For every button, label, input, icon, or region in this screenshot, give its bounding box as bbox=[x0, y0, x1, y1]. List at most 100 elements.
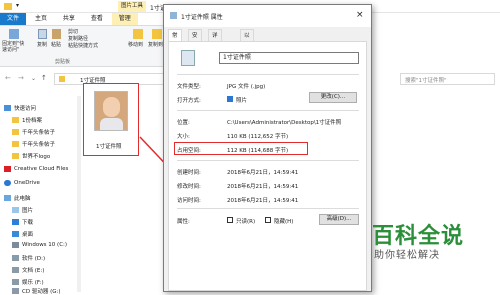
ribbon: 固定到"快 速访问" 复制 粘贴 剪切 复制路径 粘贴快捷方式 移动到 复制到 … bbox=[0, 25, 165, 67]
nav-drive-d[interactable]: 软件 (D:) bbox=[12, 254, 45, 262]
modified-value: 2018年6月21日，14:59:41 bbox=[227, 184, 299, 190]
nav-drive-g[interactable]: CD 驱动器 (G:) bbox=[12, 287, 60, 295]
location-label: 位置: bbox=[177, 120, 190, 126]
image-file-icon bbox=[170, 12, 177, 19]
paste-icon bbox=[52, 29, 61, 39]
nav-this-pc[interactable]: 此电脑 bbox=[4, 194, 31, 202]
drive-icon bbox=[12, 279, 19, 285]
copy-to-button[interactable]: 复制到 bbox=[148, 42, 163, 48]
tab-general[interactable]: 常规 bbox=[168, 29, 182, 51]
drive-icon bbox=[12, 267, 19, 273]
nav-scrollbar[interactable] bbox=[77, 96, 81, 292]
nav-drive-e[interactable]: 文档 (E:) bbox=[12, 266, 44, 274]
readonly-label: 只读(R) bbox=[236, 219, 256, 225]
paste-shortcut-button[interactable]: 粘贴快捷方式 bbox=[68, 43, 98, 49]
nav-drive-c[interactable]: Windows 10 (C:) bbox=[12, 242, 67, 248]
nav-folder[interactable]: 千年头条帖子 bbox=[12, 140, 55, 148]
tab-previous-versions[interactable]: 以前的版本 bbox=[240, 29, 254, 87]
nav-onedrive[interactable]: OneDrive bbox=[4, 180, 40, 186]
search-input[interactable]: 搜索"1寸证件照" bbox=[400, 73, 495, 85]
tab-home[interactable]: 主页 bbox=[28, 13, 54, 25]
cd-drive-icon bbox=[12, 288, 19, 294]
clipboard-group-label: 剪贴板 bbox=[55, 59, 71, 65]
file-type-value: JPG 文件 (.jpg) bbox=[227, 84, 266, 90]
paste-button[interactable]: 粘贴 bbox=[51, 42, 61, 48]
nav-desktop[interactable]: 桌面 bbox=[12, 230, 33, 238]
modified-label: 修改时间: bbox=[177, 184, 201, 190]
photos-app-icon bbox=[227, 96, 233, 102]
tab-details[interactable]: 详细信息 bbox=[208, 29, 222, 75]
copy-button[interactable]: 复制 bbox=[37, 42, 47, 48]
copy-icon bbox=[38, 29, 47, 39]
search-placeholder: 搜索"1寸证件照" bbox=[405, 78, 447, 84]
up-icon[interactable]: ↑ bbox=[41, 74, 47, 82]
creative-cloud-icon bbox=[4, 166, 11, 172]
move-to-icon bbox=[133, 29, 143, 39]
star-icon bbox=[4, 105, 11, 111]
nav-folder[interactable]: 世界不logo bbox=[12, 152, 50, 160]
navigation-pane: 快速访问 1份档案 千年头条帖子 千年头条帖子 世界不logo Creative… bbox=[0, 96, 78, 295]
nav-pictures[interactable]: 图片 bbox=[12, 206, 33, 214]
created-value: 2018年6月21日，14:59:41 bbox=[227, 170, 299, 176]
folder-icon bbox=[12, 141, 19, 147]
advanced-button[interactable]: 高级(D)... bbox=[319, 214, 359, 225]
file-label: 1寸证件照 bbox=[96, 144, 122, 150]
tab-view[interactable]: 查看 bbox=[84, 13, 110, 25]
folder-icon bbox=[12, 129, 19, 135]
nav-downloads[interactable]: 下载 bbox=[12, 218, 33, 226]
size-label: 大小: bbox=[177, 134, 190, 140]
back-icon[interactable]: ← bbox=[5, 74, 11, 82]
tab-share[interactable]: 共享 bbox=[56, 13, 82, 25]
photo-thumbnail bbox=[94, 91, 128, 131]
accessed-value: 2018年6月21日，14:59:41 bbox=[227, 198, 299, 204]
nav-folder[interactable]: 1份档案 bbox=[12, 116, 42, 124]
general-panel: 1寸证件照 文件类型: JPG 文件 (.jpg) 打开方式: 照片 更改(C)… bbox=[168, 41, 367, 291]
picture-tools-label: 图片工具 bbox=[118, 1, 147, 12]
face-shape bbox=[103, 97, 120, 117]
computer-icon bbox=[4, 195, 11, 201]
nav-folder[interactable]: 千年头条帖子 bbox=[12, 128, 55, 136]
nav-drive-f[interactable]: 娱乐 (F:) bbox=[12, 278, 44, 286]
properties-dialog: 1寸证件照 属性 × 常规 安全 详细信息 以前的版本 1寸证件照 文件类型: … bbox=[163, 4, 372, 292]
copy-path-button[interactable]: 复制路径 bbox=[68, 36, 88, 42]
drive-icon bbox=[12, 255, 19, 261]
forward-icon[interactable]: → bbox=[18, 74, 24, 82]
readonly-checkbox[interactable] bbox=[227, 217, 233, 223]
size-value: 110 KB (112,652 字节) bbox=[227, 134, 289, 140]
hidden-label: 隐藏(H) bbox=[274, 219, 294, 225]
created-label: 创建时间: bbox=[177, 170, 201, 176]
divider bbox=[177, 160, 359, 161]
file-item[interactable]: 1寸证件照 bbox=[83, 83, 139, 156]
move-to-button[interactable]: 移动到 bbox=[128, 42, 143, 48]
recent-icon[interactable]: ⌄ bbox=[31, 75, 36, 82]
tab-file[interactable]: 文件 bbox=[0, 13, 27, 25]
open-with-value: 照片 bbox=[236, 98, 248, 104]
change-button[interactable]: 更改(C)... bbox=[309, 92, 357, 103]
quick-access-toolbar[interactable]: ▾ bbox=[16, 2, 19, 9]
divider bbox=[177, 208, 359, 209]
desktop-icon bbox=[12, 231, 19, 237]
file-type-label: 文件类型: bbox=[177, 84, 201, 90]
folder-icon bbox=[4, 3, 12, 10]
hidden-checkbox[interactable] bbox=[265, 217, 271, 223]
shirt-shape bbox=[100, 118, 123, 130]
download-icon bbox=[12, 219, 19, 225]
highlight-box bbox=[174, 142, 308, 155]
location-value: C:\Users\Administrator\Desktop\1寸证件照 bbox=[227, 120, 342, 126]
tab-manage[interactable]: 管理 bbox=[111, 13, 138, 25]
filename-input[interactable]: 1寸证件照 bbox=[219, 52, 359, 64]
accessed-label: 访问时间: bbox=[177, 198, 201, 204]
dialog-title: 1寸证件照 属性 bbox=[181, 14, 223, 21]
folder-icon bbox=[12, 117, 19, 123]
folder-icon bbox=[59, 76, 65, 82]
drive-icon bbox=[12, 242, 19, 248]
filename-value: 1寸证件照 bbox=[223, 54, 251, 61]
pictures-icon bbox=[12, 207, 19, 213]
image-file-icon bbox=[181, 50, 195, 66]
tab-security[interactable]: 安全 bbox=[188, 29, 202, 51]
close-icon[interactable]: × bbox=[356, 10, 364, 20]
nav-creative-cloud[interactable]: Creative Cloud Files bbox=[4, 166, 68, 172]
cut-button[interactable]: 剪切 bbox=[68, 29, 78, 35]
pin-quick-access-button[interactable]: 固定到"快 速访问" bbox=[2, 41, 32, 53]
nav-quick-access[interactable]: 快速访问 bbox=[4, 104, 36, 112]
